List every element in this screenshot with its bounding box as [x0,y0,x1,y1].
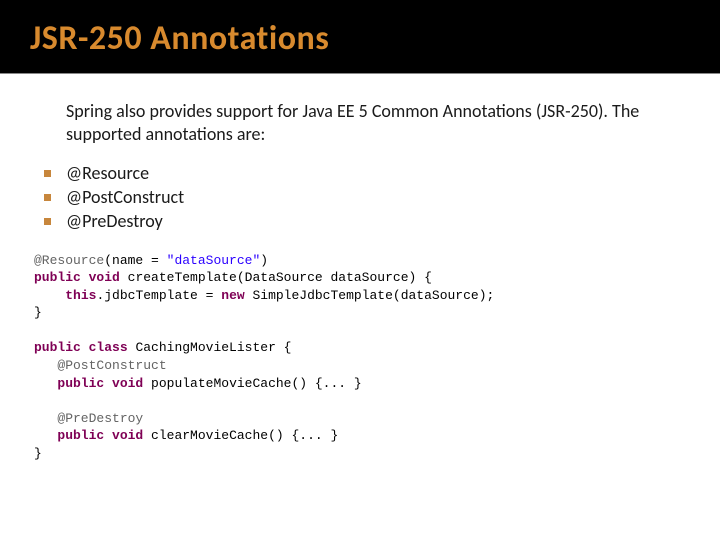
code-token [104,428,112,443]
code-token [34,428,57,443]
code-token: void [89,270,120,285]
code-token: void [112,376,143,391]
code-token [34,411,57,426]
code-token: CachingMovieLister { [128,340,292,355]
list-item: @Resource [30,161,690,185]
code-token: "dataSource" [167,253,261,268]
code-token: } [34,305,42,320]
code-token [81,270,89,285]
code-token: } [34,446,42,461]
list-item: @PreDestroy [30,209,690,233]
code-token: createTemplate(DataSource dataSource) { [120,270,432,285]
slide-header: JSR-250 Annotations [0,0,720,74]
bullet-list: @Resource @PostConstruct @PreDestroy [30,161,690,234]
code-token: (name = [104,253,166,268]
code-token: public [34,340,81,355]
code-token: public [34,270,81,285]
code-token: SimpleJdbcTemplate(dataSource); [245,288,495,303]
code-token [34,358,57,373]
code-token: void [112,428,143,443]
code-token [34,288,65,303]
code-token: @Resource [34,253,104,268]
code-token: ) [260,253,268,268]
intro-text: Spring also provides support for Java EE… [66,100,690,147]
code-token: clearMovieCache() {... } [143,428,338,443]
list-item: @PostConstruct [30,185,690,209]
code-token [104,376,112,391]
code-token: @PostConstruct [57,358,166,373]
code-token: @PreDestroy [57,411,143,426]
code-token: this [65,288,96,303]
code-token: new [221,288,244,303]
slide-title: JSR-250 Annotations [30,18,690,59]
code-token: .jdbcTemplate = [96,288,221,303]
code-token [81,340,89,355]
code-token: public [57,376,104,391]
code-block: @Resource(name = "dataSource") public vo… [34,252,690,463]
slide-content: Spring also provides support for Java EE… [0,74,720,462]
code-token: class [89,340,128,355]
code-token: populateMovieCache() {... } [143,376,361,391]
code-token [34,376,57,391]
code-token: public [57,428,104,443]
